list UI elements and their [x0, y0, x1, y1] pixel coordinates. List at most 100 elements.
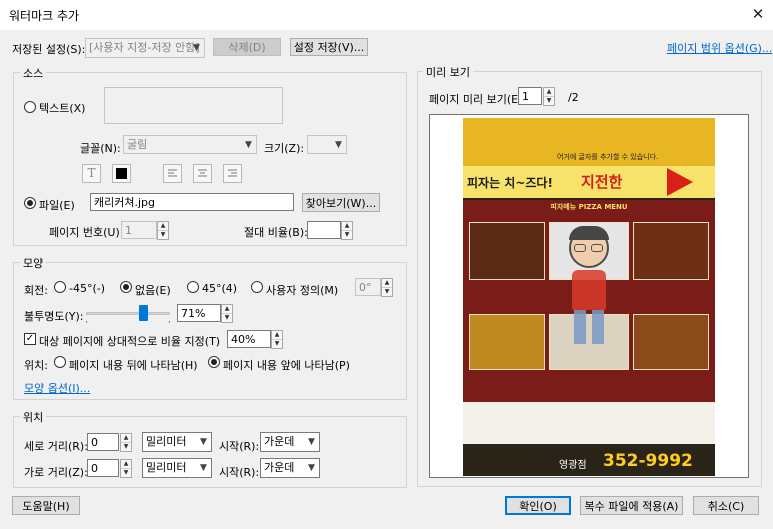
- vertical-unit-dropdown[interactable]: 밀리미터 ▼: [142, 432, 212, 452]
- vertical-from-dropdown[interactable]: 가운데 ▼: [260, 432, 320, 452]
- rotation-none-radio[interactable]: [120, 281, 132, 293]
- rotation-minus45-radio[interactable]: [54, 281, 66, 293]
- opacity-slider[interactable]: [86, 303, 170, 323]
- rotation-45-label: 45°(4): [202, 282, 238, 295]
- behind-page-label: 페이지 내용 뒤에 나타남(H): [69, 359, 198, 372]
- horizontal-distance-label: 가로 거리(Z):: [24, 466, 88, 479]
- opacity-field[interactable]: 71%: [177, 304, 221, 322]
- poster-branch: 영광점: [559, 460, 587, 471]
- opacity-spinner[interactable]: ▲ ▼: [221, 304, 233, 323]
- poster-headline: 피자는 치~즈다!: [467, 176, 553, 190]
- poster-pizza-photo: [633, 314, 709, 370]
- chevron-down-icon: ▼: [308, 463, 315, 473]
- cancel-button[interactable]: 취소(C): [693, 496, 759, 515]
- close-icon[interactable]: ✕: [747, 4, 769, 24]
- font-value: 굴림: [127, 138, 148, 151]
- opacity-slider-ticks: [86, 321, 170, 323]
- opacity-slider-thumb[interactable]: [139, 305, 148, 321]
- preview-page-field[interactable]: 1: [518, 87, 542, 105]
- behind-page-radio[interactable]: [54, 356, 66, 368]
- rotation-custom-field[interactable]: 0°: [355, 278, 381, 296]
- rotation-custom-radio[interactable]: [251, 281, 263, 293]
- horizontal-distance-spinner[interactable]: ▲ ▼: [120, 459, 132, 478]
- poster-menu-title: 피자메뉴 PIZZA MENU: [550, 203, 628, 211]
- horizontal-unit-dropdown[interactable]: 밀리미터 ▼: [142, 458, 212, 478]
- chevron-down-icon: ▼: [335, 140, 342, 150]
- horizontal-unit-value: 밀리미터: [146, 461, 187, 474]
- chevron-down-icon: ▼: [200, 463, 207, 473]
- horizontal-from-value: 가운데: [264, 461, 295, 474]
- saved-settings-label: 저장된 설정(S):: [12, 43, 86, 56]
- front-page-radio[interactable]: [208, 356, 220, 368]
- absolute-scale-spinner[interactable]: ▲ ▼: [341, 221, 353, 240]
- opacity-slider-track: [86, 312, 170, 315]
- file-radio-label: 파일(E): [39, 199, 75, 212]
- absolute-scale-field[interactable]: [307, 221, 341, 239]
- window-title: 워터마크 추가: [9, 9, 80, 23]
- ok-button[interactable]: 확인(O): [505, 496, 571, 515]
- align-right-icon[interactable]: [223, 164, 242, 183]
- poster-slogan: 어거에 글자를 추가할 수 있습니다.: [557, 153, 659, 161]
- horizontal-distance-field[interactable]: 0: [87, 459, 119, 477]
- appearance-legend: 모양: [20, 255, 47, 271]
- horizontal-from-dropdown[interactable]: 가운데 ▼: [260, 458, 320, 478]
- file-radio[interactable]: [24, 197, 36, 209]
- delete-button[interactable]: 삭제(D): [213, 38, 281, 56]
- relative-scale-field[interactable]: 40%: [227, 330, 271, 348]
- title-bar: [0, 0, 773, 30]
- page-number-field[interactable]: 1: [121, 221, 157, 239]
- apply-to-multiple-files-button[interactable]: 복수 파일에 적용(A): [580, 496, 683, 515]
- poster-brand: 지전한: [581, 173, 623, 191]
- rotation-none-label: 없음(E): [135, 284, 171, 297]
- preview-page-total: /2: [568, 91, 579, 104]
- preview-legend: 미리 보기: [423, 64, 473, 80]
- page-range-options-link[interactable]: 페이지 범위 옵션(G)...: [667, 40, 772, 56]
- appearance-options-link[interactable]: 모양 옵션(I)...: [24, 380, 90, 396]
- text-radio-label: 텍스트(X): [39, 102, 86, 115]
- vertical-distance-label: 세로 거리(R):: [24, 440, 88, 453]
- page-number-label: 페이지 번호(U):: [49, 226, 124, 239]
- save-settings-button[interactable]: 설정 저장(V)...: [290, 38, 368, 56]
- vertical-from-value: 가운데: [264, 435, 295, 448]
- align-left-icon[interactable]: [163, 164, 182, 183]
- vertical-distance-field[interactable]: 0: [87, 433, 119, 451]
- rotation-custom-spinner[interactable]: ▲ ▼: [381, 278, 393, 297]
- align-center-icon[interactable]: [193, 164, 212, 183]
- saved-settings-dropdown[interactable]: [사용자 지정-저장 안함] ▼: [85, 38, 205, 58]
- size-label: 크기(Z):: [264, 142, 305, 155]
- rotation-45-radio[interactable]: [187, 281, 199, 293]
- chevron-down-icon: ▼: [245, 140, 252, 150]
- absolute-scale-label: 절대 비율(B):: [244, 226, 308, 239]
- text-style-icon[interactable]: T: [82, 164, 101, 183]
- preview-page-label: 페이지 미리 보기(E): [429, 93, 523, 106]
- text-radio[interactable]: [24, 101, 36, 113]
- help-button[interactable]: 도움말(H): [12, 496, 80, 515]
- watermark-text-area[interactable]: [104, 87, 283, 124]
- poster-phone: 352-9992: [603, 451, 693, 471]
- relative-scale-checkbox[interactable]: ✓: [24, 333, 36, 345]
- preview-page-image: 어거에 글자를 추가할 수 있습니다. 피자는 치~즈다! 지전한 피자메뉴 P…: [463, 118, 715, 476]
- chevron-down-icon: ▼: [308, 437, 315, 447]
- font-dropdown[interactable]: 굴림 ▼: [123, 135, 257, 154]
- browse-button[interactable]: 찾아보기(W)...: [302, 193, 380, 212]
- preview-page-spinner[interactable]: ▲ ▼: [543, 87, 555, 106]
- rotation-label: 회전:: [24, 284, 48, 297]
- poster-pizza-photo: [469, 222, 545, 280]
- rotation-custom-label: 사용자 정의(M): [266, 284, 339, 297]
- page-number-spinner[interactable]: ▲ ▼: [157, 221, 169, 240]
- chevron-down-icon: ▼: [193, 43, 200, 53]
- vertical-unit-value: 밀리미터: [146, 435, 187, 448]
- saved-settings-value: [사용자 지정-저장 안함]: [89, 41, 200, 54]
- layer-position-label: 위치:: [24, 359, 48, 372]
- font-size-dropdown[interactable]: ▼: [307, 135, 347, 154]
- position-legend: 위치: [20, 409, 47, 425]
- horizontal-from-label: 시작(R):: [219, 466, 260, 479]
- rotation-minus45-label: -45°(-): [69, 282, 106, 295]
- source-legend: 소스: [20, 65, 47, 81]
- file-path-field[interactable]: 캐리커쳐.jpg: [90, 193, 294, 211]
- text-color-swatch[interactable]: [112, 164, 131, 183]
- relative-scale-spinner[interactable]: ▲ ▼: [271, 330, 283, 349]
- chevron-down-icon: ▼: [200, 437, 207, 447]
- vertical-distance-spinner[interactable]: ▲ ▼: [120, 433, 132, 452]
- poster-pizza-photo: [633, 222, 709, 280]
